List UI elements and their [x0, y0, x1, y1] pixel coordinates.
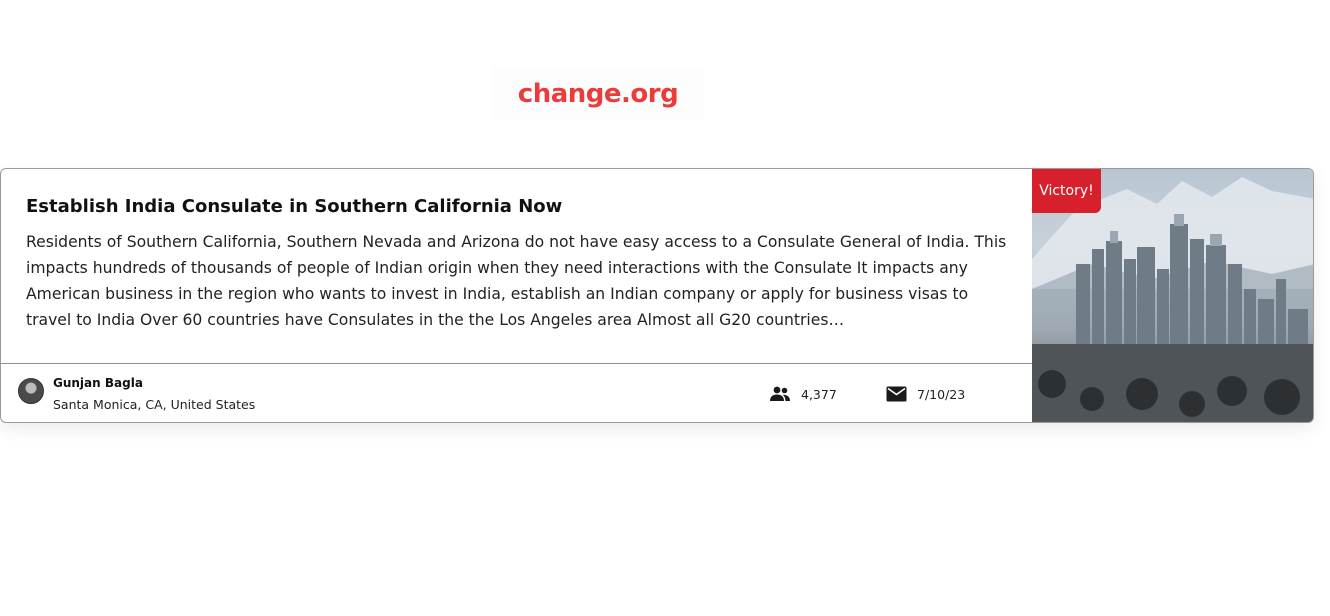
author-location: Santa Monica, CA, United States — [53, 397, 256, 412]
petition-card-body: Establish India Consulate in Southern Ca… — [1, 169, 1032, 363]
petition-card-footer: Gunjan Bagla Santa Monica, CA, United St… — [1, 364, 1032, 422]
author-name: Gunjan Bagla — [53, 376, 143, 390]
city-skyline-image[interactable]: Victory! — [1032, 169, 1313, 422]
petition-description: Residents of Southern California, Southe… — [26, 233, 1007, 329]
signers-count: 4,377 — [801, 386, 837, 402]
victory-badge: Victory! — [1032, 169, 1101, 213]
people-icon — [770, 386, 790, 401]
date-stat: 7/10/23 — [886, 386, 965, 402]
author-avatar — [18, 378, 44, 404]
petition-date: 7/10/23 — [917, 386, 966, 402]
petition-title[interactable]: Establish India Consulate in Southern Ca… — [26, 195, 1007, 219]
change-org-logo[interactable]: change.org — [518, 79, 679, 109]
logo-container[interactable]: change.org — [492, 68, 704, 120]
signers-stat: 4,377 — [769, 386, 837, 402]
petition-card[interactable]: Establish India Consulate in Southern Ca… — [0, 168, 1314, 423]
envelope-icon — [886, 386, 907, 402]
